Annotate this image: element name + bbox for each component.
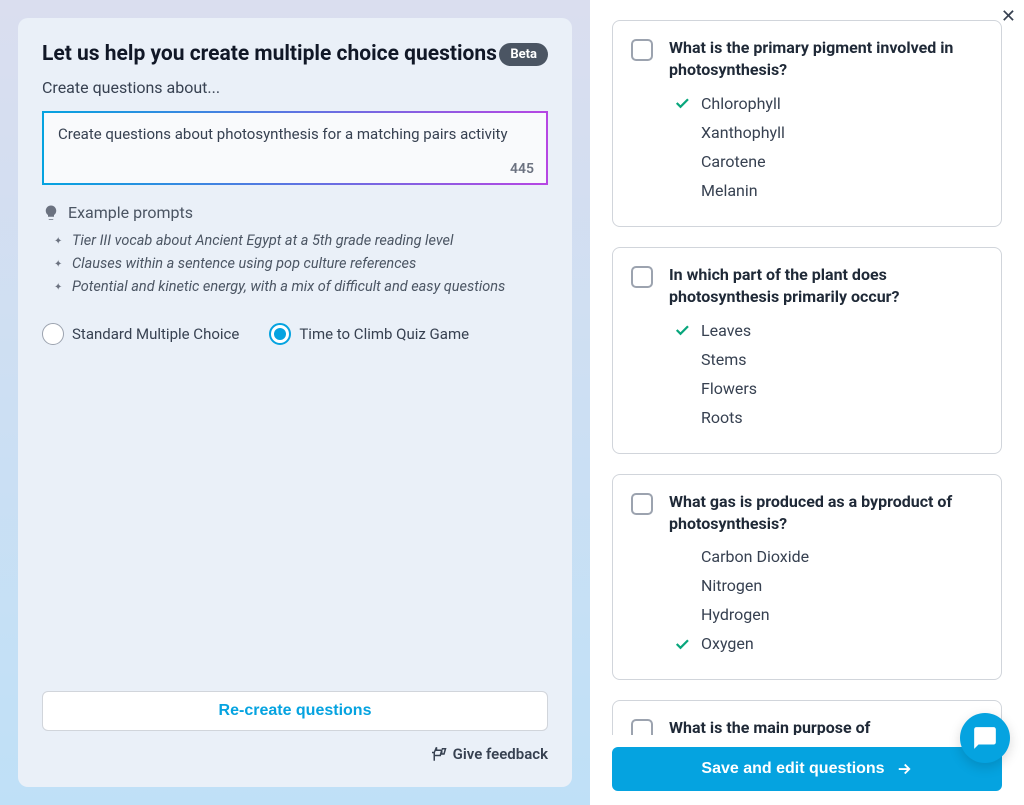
check-placeholder: [673, 577, 691, 595]
answer-text: Melanin: [701, 181, 758, 200]
example-item: Potential and kinetic energy, with a mix…: [72, 278, 548, 295]
question-card: In which part of the plant does photosyn…: [612, 247, 1002, 454]
questions-list[interactable]: What is the primary pigment involved in …: [590, 0, 1024, 735]
answer-item: Leaves: [669, 321, 983, 340]
answer-text: Leaves: [701, 321, 751, 340]
mode-selector: Standard Multiple Choice Time to Climb Q…: [42, 323, 548, 345]
check-icon: [673, 321, 691, 339]
answer-item: Carbon Dioxide: [669, 547, 983, 566]
answer-item: Stems: [669, 350, 983, 369]
answer-text: Roots: [701, 408, 743, 427]
arrow-right-icon: [895, 760, 913, 778]
chat-fab[interactable]: [960, 713, 1010, 763]
answer-text: Stems: [701, 350, 747, 369]
recreate-button[interactable]: Re-create questions: [42, 691, 548, 731]
answer-list: Chlorophyll Xanthophyll Carotene Melanin: [669, 94, 983, 200]
answer-item: Roots: [669, 408, 983, 427]
prompt-input[interactable]: Create questions about photosynthesis fo…: [42, 111, 548, 185]
left-panel: Let us help you create multiple choice q…: [0, 0, 590, 805]
answer-item: Xanthophyll: [669, 123, 983, 142]
question-card: What is the main purpose of photosynthes…: [612, 700, 1002, 735]
lightbulb-icon: [42, 204, 60, 222]
check-placeholder: [673, 606, 691, 624]
char-count: 445: [510, 161, 534, 177]
radio-label-climb: Time to Climb Quiz Game: [299, 325, 469, 343]
check-placeholder: [673, 350, 691, 368]
question-text: What is the main purpose of photosynthes…: [669, 717, 983, 735]
answer-item: Hydrogen: [669, 605, 983, 624]
question-card: What gas is produced as a byproduct of p…: [612, 474, 1002, 681]
check-placeholder: [673, 181, 691, 199]
question-text: In which part of the plant does photosyn…: [669, 264, 983, 309]
save-label: Save and edit questions: [701, 760, 884, 778]
question-card: What is the primary pigment involved in …: [612, 20, 1002, 227]
check-placeholder: [673, 152, 691, 170]
question-body: What is the primary pigment involved in …: [669, 37, 983, 210]
radio-dot: [274, 328, 286, 340]
check-placeholder: [673, 379, 691, 397]
prompt-text: Create questions about photosynthesis fo…: [58, 125, 532, 143]
radio-circle: [42, 323, 64, 345]
close-button[interactable]: ✕: [1001, 6, 1016, 27]
example-item: Tier III vocab about Ancient Egypt at a …: [72, 232, 548, 249]
prompt-card: Let us help you create multiple choice q…: [18, 18, 572, 787]
save-button[interactable]: Save and edit questions: [612, 747, 1002, 791]
check-icon: [673, 94, 691, 112]
answer-item: Melanin: [669, 181, 983, 200]
examples-header: Example prompts: [42, 203, 548, 222]
answer-text: Carotene: [701, 152, 766, 171]
answer-item: Flowers: [669, 379, 983, 398]
radio-standard[interactable]: Standard Multiple Choice: [42, 323, 239, 345]
beta-badge: Beta: [499, 43, 548, 66]
question-text: What gas is produced as a byproduct of p…: [669, 491, 983, 536]
answer-text: Carbon Dioxide: [701, 547, 809, 566]
question-checkbox[interactable]: [631, 493, 653, 515]
check-placeholder: [673, 408, 691, 426]
check-placeholder: [673, 548, 691, 566]
header-row: Let us help you create multiple choice q…: [42, 42, 548, 66]
answer-item: Oxygen: [669, 634, 983, 653]
question-body: In which part of the plant does photosyn…: [669, 264, 983, 437]
bottom-bar: Save and edit questions: [590, 735, 1024, 805]
answer-item: Nitrogen: [669, 576, 983, 595]
feedback-label: Give feedback: [453, 745, 548, 763]
question-checkbox[interactable]: [631, 719, 653, 735]
thumbs-icon: [429, 745, 447, 763]
answer-text: Flowers: [701, 379, 757, 398]
examples-title: Example prompts: [68, 203, 193, 222]
chat-icon: [972, 725, 998, 751]
answer-list: Leaves Stems Flowers Roots: [669, 321, 983, 427]
feedback-link[interactable]: Give feedback: [42, 745, 548, 763]
page-title: Let us help you create multiple choice q…: [42, 42, 497, 66]
examples-section: Example prompts Tier III vocab about Anc…: [42, 203, 548, 301]
right-panel: ✕ What is the primary pigment involved i…: [590, 0, 1024, 805]
answer-list: Carbon Dioxide Nitrogen Hydrogen Oxygen: [669, 547, 983, 653]
question-checkbox[interactable]: [631, 39, 653, 61]
radio-label-standard: Standard Multiple Choice: [72, 325, 239, 343]
check-icon: [673, 635, 691, 653]
example-item: Clauses within a sentence using pop cult…: [72, 255, 548, 272]
examples-list: Tier III vocab about Ancient Egypt at a …: [42, 232, 548, 295]
subtitle: Create questions about...: [42, 78, 548, 97]
answer-item: Chlorophyll: [669, 94, 983, 113]
answer-text: Nitrogen: [701, 576, 762, 595]
question-body: What gas is produced as a byproduct of p…: [669, 491, 983, 664]
answer-text: Hydrogen: [701, 605, 770, 624]
answer-text: Oxygen: [701, 634, 754, 653]
radio-climb[interactable]: Time to Climb Quiz Game: [269, 323, 469, 345]
radio-circle-selected: [269, 323, 291, 345]
answer-text: Xanthophyll: [701, 123, 785, 142]
check-placeholder: [673, 123, 691, 141]
answer-text: Chlorophyll: [701, 94, 781, 113]
question-text: What is the primary pigment involved in …: [669, 37, 983, 82]
question-checkbox[interactable]: [631, 266, 653, 288]
question-body: What is the main purpose of photosynthes…: [669, 717, 983, 735]
answer-item: Carotene: [669, 152, 983, 171]
